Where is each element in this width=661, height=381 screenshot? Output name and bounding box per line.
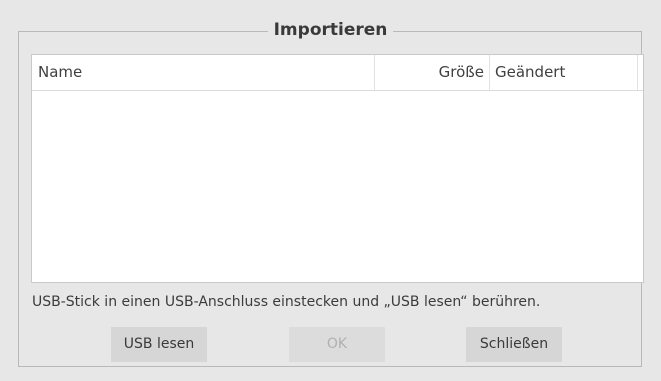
usb-read-button[interactable]: USB lesen xyxy=(111,327,207,362)
file-list-header: Name Größe Geändert xyxy=(32,55,643,91)
column-header-modified[interactable]: Geändert xyxy=(490,55,638,90)
column-header-name[interactable]: Name xyxy=(32,55,375,90)
import-dialog: Importieren Name Größe Geändert USB-Stic… xyxy=(0,0,661,381)
dialog-title-text: Importieren xyxy=(267,20,394,40)
file-list-body[interactable] xyxy=(32,90,643,282)
column-header-size[interactable]: Größe xyxy=(375,55,490,90)
usb-hint-text: USB-Stick in einen USB-Anschluss einstec… xyxy=(32,294,541,310)
close-button[interactable]: Schließen xyxy=(466,327,562,362)
file-list[interactable]: Name Größe Geändert xyxy=(31,54,644,283)
dialog-title: Importieren xyxy=(0,18,661,42)
ok-button[interactable]: OK xyxy=(289,327,385,362)
